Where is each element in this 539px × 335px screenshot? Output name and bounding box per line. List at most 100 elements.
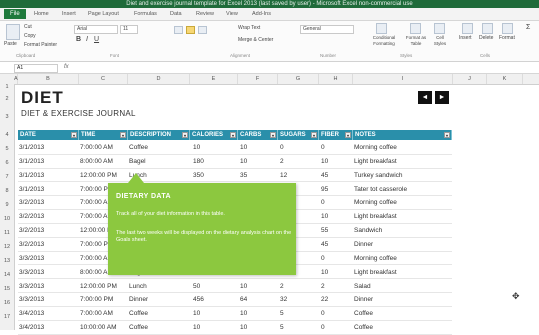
tab-file[interactable]: File <box>4 9 26 19</box>
column-header-i[interactable]: I <box>353 74 453 84</box>
filter-dropdown-icon[interactable]: ▾ <box>270 132 276 138</box>
header-time[interactable]: TIME ▾ <box>79 130 128 140</box>
cell-time[interactable]: 7:00:00 AM <box>80 307 113 320</box>
column-header-g[interactable]: G <box>278 74 319 84</box>
cell-calories[interactable]: 10 <box>193 307 200 320</box>
row-header[interactable]: 13 <box>0 258 14 264</box>
cell-notes[interactable]: Coffee <box>354 321 373 334</box>
filter-dropdown-icon[interactable]: ▾ <box>230 132 236 138</box>
column-header-k[interactable]: K <box>487 74 523 84</box>
cell-calories[interactable]: 10 <box>193 321 200 334</box>
cell-time[interactable]: 10:00:00 AM <box>80 321 117 334</box>
cell-sugars[interactable]: 32 <box>280 293 287 306</box>
filter-dropdown-icon[interactable]: ▾ <box>444 132 450 138</box>
cell-fiber[interactable]: 10 <box>321 155 328 168</box>
align-middle-icon[interactable] <box>186 26 195 34</box>
wrap-text-button[interactable]: Wrap Text <box>238 25 260 31</box>
cell-calories[interactable]: 180 <box>193 155 204 168</box>
underline-button[interactable]: U <box>94 36 99 43</box>
align-top-icon[interactable] <box>174 26 183 34</box>
cell-notes[interactable]: Dinner <box>354 293 373 306</box>
cell-fiber[interactable]: 55 <box>321 224 328 237</box>
row-header[interactable]: 14 <box>0 272 14 278</box>
row-header[interactable]: 11 <box>0 230 14 236</box>
column-header-f[interactable]: F <box>238 74 278 84</box>
cell-calories[interactable]: 350 <box>193 169 204 182</box>
cell-fiber[interactable]: 0 <box>321 141 325 154</box>
cell-fiber[interactable]: 95 <box>321 183 328 196</box>
cell-notes[interactable]: Light breakfast <box>354 155 397 168</box>
name-box[interactable]: A1 <box>14 64 58 73</box>
cell-date[interactable]: 3/1/2013 <box>19 169 44 182</box>
row-header[interactable]: 1 <box>0 84 14 90</box>
cell-notes[interactable]: Morning coffee <box>354 141 397 154</box>
cell-fiber[interactable]: 10 <box>321 210 328 223</box>
cell-date[interactable]: 3/1/2013 <box>19 141 44 154</box>
header-notes[interactable]: NOTES ▾ <box>353 130 452 140</box>
align-bottom-icon[interactable] <box>198 26 207 34</box>
cell-notes[interactable]: Tater tot casserole <box>354 183 407 196</box>
cell-description[interactable]: Coffee <box>129 321 148 334</box>
cell-carbs[interactable]: 10 <box>240 280 247 293</box>
tab-insert[interactable]: Insert <box>62 10 76 18</box>
format-painter-button[interactable]: Format Painter <box>24 42 57 48</box>
cell-calories[interactable]: 456 <box>193 293 204 306</box>
cell-sugars[interactable]: 12 <box>280 169 287 182</box>
tab-formulas[interactable]: Formulas <box>134 10 157 18</box>
format-cells-icon[interactable] <box>502 23 513 34</box>
header-date[interactable]: DATE ▾ <box>18 130 79 140</box>
row-header[interactable]: 9 <box>0 202 14 208</box>
cell-sugars[interactable]: 5 <box>280 321 284 334</box>
next-sheet-button[interactable]: ► <box>435 91 449 104</box>
cell-description[interactable]: Dinner <box>129 293 148 306</box>
cell-date[interactable]: 3/3/2013 <box>19 252 44 265</box>
cut-button[interactable]: Cut <box>24 24 32 30</box>
cell-fiber[interactable]: 0 <box>321 196 325 209</box>
delete-cells-button[interactable]: Delete <box>479 35 493 41</box>
filter-dropdown-icon[interactable]: ▾ <box>120 132 126 138</box>
cell-fiber[interactable]: 10 <box>321 266 328 279</box>
bold-button[interactable]: B <box>76 36 81 43</box>
font-name-select[interactable]: Arial <box>74 25 118 34</box>
cell-fiber[interactable]: 0 <box>321 307 325 320</box>
cell-sugars[interactable]: 2 <box>280 280 284 293</box>
column-header-e[interactable]: E <box>190 74 238 84</box>
header-fiber[interactable]: FIBER ▾ <box>319 130 353 140</box>
cell-carbs[interactable]: 10 <box>240 141 247 154</box>
cell-description[interactable]: Coffee <box>129 141 148 154</box>
fx-icon[interactable]: fx <box>64 64 69 70</box>
cell-date[interactable]: 3/2/2013 <box>19 224 44 237</box>
tab-page-layout[interactable]: Page Layout <box>88 10 119 18</box>
cell-fiber[interactable]: 0 <box>321 252 325 265</box>
delete-cells-icon[interactable] <box>482 23 493 34</box>
column-header-j[interactable]: J <box>453 74 487 84</box>
filter-dropdown-icon[interactable]: ▾ <box>311 132 317 138</box>
cell-date[interactable]: 3/1/2013 <box>19 155 44 168</box>
column-header-d[interactable]: D <box>128 74 190 84</box>
row-header[interactable]: 8 <box>0 188 14 194</box>
cell-time[interactable]: 12:00:00 PM <box>80 169 117 182</box>
row-header[interactable]: 4 <box>0 132 14 138</box>
number-format-select[interactable]: General <box>300 25 354 34</box>
paste-icon[interactable] <box>6 24 20 40</box>
cell-notes[interactable]: Sandwich <box>354 224 382 237</box>
cell-date[interactable]: 3/4/2013 <box>19 321 44 334</box>
cell-notes[interactable]: Morning coffee <box>354 252 397 265</box>
cell-date[interactable]: 3/3/2013 <box>19 293 44 306</box>
previous-sheet-button[interactable]: ◄ <box>418 91 432 104</box>
cell-calories[interactable]: 50 <box>193 280 200 293</box>
header-description[interactable]: DESCRIPTION ▾ <box>128 130 190 140</box>
cell-time[interactable]: 12:00:00 PM <box>80 280 117 293</box>
filter-dropdown-icon[interactable]: ▾ <box>182 132 188 138</box>
cell-date[interactable]: 3/3/2013 <box>19 266 44 279</box>
cell-sugars[interactable]: 0 <box>280 141 284 154</box>
cell-time[interactable]: 7:00:00 PM <box>80 293 113 306</box>
cell-description[interactable]: Lunch <box>129 280 147 293</box>
italic-button[interactable]: I <box>86 36 88 43</box>
filter-dropdown-icon[interactable]: ▾ <box>345 132 351 138</box>
cell-date[interactable]: 3/2/2013 <box>19 238 44 251</box>
tab-view[interactable]: View <box>226 10 238 18</box>
cell-fiber[interactable]: 2 <box>321 280 325 293</box>
cell-date[interactable]: 3/2/2013 <box>19 196 44 209</box>
autosum-icon[interactable]: Σ <box>526 24 530 31</box>
